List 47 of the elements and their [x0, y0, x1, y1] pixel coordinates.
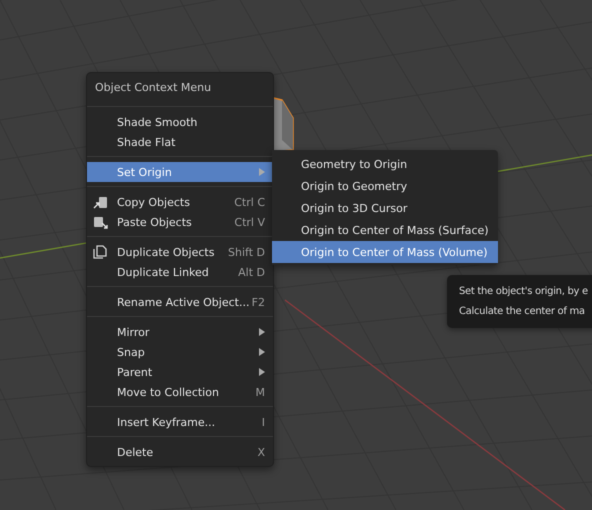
shortcut-label: I [262, 416, 265, 428]
tooltip-text: Set the object's origin, by e [459, 285, 588, 299]
menu-item[interactable]: Mirror [87, 322, 273, 342]
duplicate-icon [93, 245, 109, 259]
menu-item-label: Shade Smooth [117, 116, 198, 128]
submenu-item[interactable]: Origin to Center of Mass (Surface) [272, 219, 498, 241]
shortcut-label: M [256, 386, 265, 398]
submenu-item[interactable]: Origin to Center of Mass (Volume) [272, 241, 498, 263]
menu-item-label: Move to Collection [117, 386, 220, 398]
menu-item[interactable]: Set Origin [87, 162, 273, 182]
submenu-item[interactable]: Origin to Geometry [272, 175, 498, 197]
menu-item[interactable]: Copy Objects Ctrl C [87, 192, 273, 212]
menu-item[interactable]: Duplicate Linked Alt D [87, 262, 273, 282]
shortcut-label: X [257, 446, 265, 458]
shortcut-label: Ctrl V [234, 216, 265, 228]
tooltip-text: Calculate the center of ma [459, 305, 585, 319]
menu-item-label: Duplicate Objects [117, 246, 216, 258]
submenu-item[interactable]: Origin to 3D Cursor [272, 197, 498, 219]
menu-item[interactable]: Duplicate Objects Shift D [87, 242, 273, 262]
menu-item[interactable]: Insert Keyframe... I [87, 412, 273, 432]
shortcut-label: Shift D [228, 246, 265, 258]
shortcut-label: Ctrl C [234, 196, 265, 208]
menu-item-label: Duplicate Linked [117, 266, 210, 278]
menu-item[interactable]: Shade Flat [87, 132, 273, 152]
menu-item-label: Rename Active Object... [117, 296, 250, 308]
menu-item-label: Insert Keyframe... [117, 416, 216, 428]
submenu-item[interactable]: Geometry to Origin [272, 153, 498, 175]
menu-item-label: Mirror [117, 326, 150, 338]
menu-item[interactable]: Parent [87, 362, 273, 382]
menu-item[interactable]: Snap [87, 342, 273, 362]
menu-item-label: Set Origin [117, 166, 173, 178]
paste-icon [93, 215, 109, 229]
menu-item[interactable]: Shade Smooth [87, 112, 273, 132]
menu-item-label: Snap [117, 346, 146, 358]
menu-item[interactable]: Rename Active Object... F2 [87, 292, 273, 312]
shortcut-label: Alt D [238, 266, 265, 278]
menu-item-label: Copy Objects [117, 196, 191, 208]
menu-title: Object Context Menu [94, 80, 212, 96]
copy-icon [93, 195, 109, 209]
menu-item-label: Delete [117, 446, 154, 458]
menu-item[interactable]: Paste Objects Ctrl V [87, 212, 273, 232]
menu-item-label: Paste Objects [117, 216, 193, 228]
menu-item[interactable]: Move to Collection M [87, 382, 273, 402]
shortcut-label: F2 [252, 296, 265, 308]
menu-item[interactable]: Delete X [87, 442, 273, 462]
menu-item-label: Parent [117, 366, 154, 378]
menu-item-label: Shade Flat [117, 136, 176, 148]
